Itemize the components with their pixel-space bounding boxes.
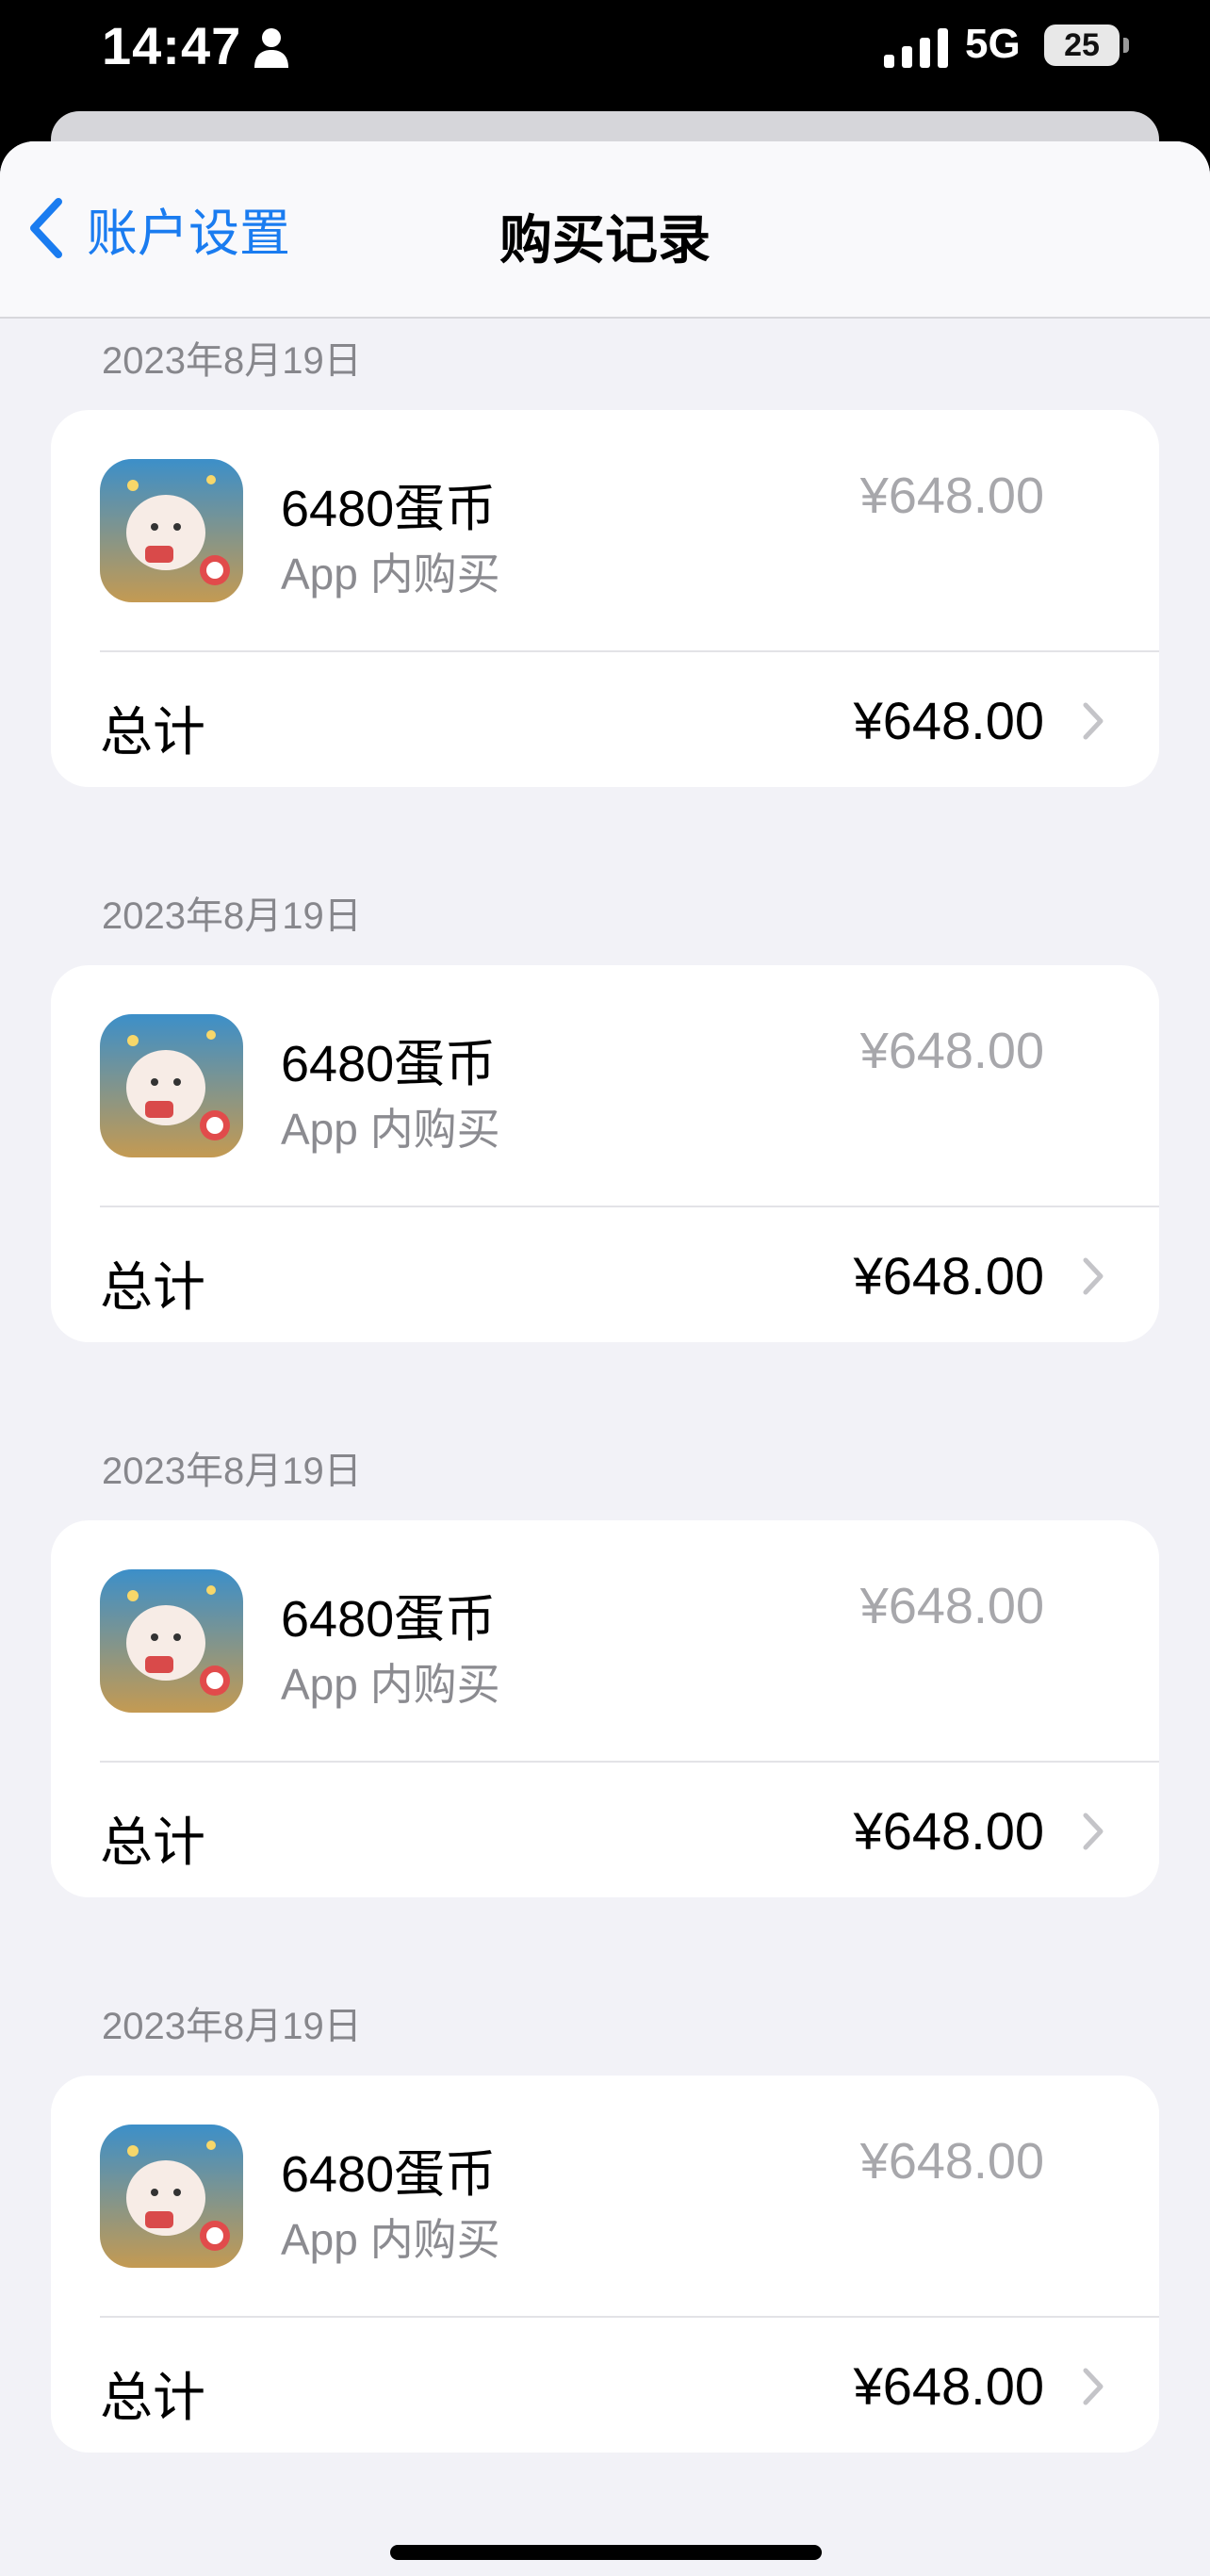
person-icon — [254, 28, 288, 68]
purchase-card: 6480蛋币 App 内购买 ¥648.00 总计 ¥648.00 — [51, 1520, 1159, 1897]
item-name: 6480蛋币 — [281, 481, 497, 537]
item-name: 6480蛋币 — [281, 1036, 497, 1092]
total-value: ¥648.00 — [853, 1246, 1044, 1305]
signal-icon — [884, 28, 948, 68]
navigation-bar: 账户设置 购买记录 — [0, 141, 1210, 319]
chevron-right-icon — [1083, 2368, 1104, 2405]
chevron-right-icon — [1083, 702, 1104, 740]
purchase-card: 6480蛋币 App 内购买 ¥648.00 总计 ¥648.00 — [51, 965, 1159, 1342]
battery-level: 25 — [1064, 27, 1100, 63]
purchase-date: 2023年8月19日 — [102, 340, 362, 382]
total-label: 总计 — [100, 1257, 205, 1317]
chevron-right-icon — [1083, 1257, 1104, 1295]
home-indicator[interactable] — [390, 2545, 822, 2560]
item-price: ¥648.00 — [859, 2133, 1044, 2190]
network-type: 5G — [965, 21, 1021, 67]
app-icon — [100, 2125, 243, 2268]
app-icon — [100, 1569, 243, 1713]
item-price: ¥648.00 — [859, 468, 1044, 524]
purchase-history-sheet: 账户设置 购买记录 2023年8月19日 6480蛋币 App 内购买 ¥648… — [0, 141, 1210, 2576]
purchase-card: 6480蛋币 App 内购买 ¥648.00 总计 ¥648.00 — [51, 410, 1159, 787]
total-label: 总计 — [100, 2368, 205, 2427]
total-value: ¥648.00 — [853, 2356, 1044, 2416]
purchase-date: 2023年8月19日 — [102, 895, 362, 937]
item-type: App 内购买 — [281, 550, 500, 599]
total-row[interactable]: 总计 ¥648.00 — [51, 1763, 1159, 1897]
page-title: 购买记录 — [499, 210, 711, 270]
status-time: 14:47 — [102, 16, 242, 75]
item-price: ¥648.00 — [859, 1023, 1044, 1079]
item-type: App 内购买 — [281, 1105, 500, 1154]
app-icon — [100, 1014, 243, 1157]
item-type: App 内购买 — [281, 2215, 500, 2264]
item-type: App 内购买 — [281, 1660, 500, 1709]
purchase-date: 2023年8月19日 — [102, 1451, 362, 1492]
purchase-date: 2023年8月19日 — [102, 2006, 362, 2047]
total-label: 总计 — [100, 702, 205, 762]
app-icon — [100, 459, 243, 602]
total-label: 总计 — [100, 1813, 205, 1872]
item-price: ¥648.00 — [859, 1578, 1044, 1634]
total-row[interactable]: 总计 ¥648.00 — [51, 2318, 1159, 2453]
battery-nub — [1123, 38, 1129, 53]
item-name: 6480蛋币 — [281, 2146, 497, 2203]
total-value: ¥648.00 — [853, 691, 1044, 750]
item-name: 6480蛋币 — [281, 1591, 497, 1648]
battery-icon: 25 — [1044, 25, 1120, 66]
total-row[interactable]: 总计 ¥648.00 — [51, 652, 1159, 787]
status-bar: 14:47 5G 25 — [0, 0, 1210, 104]
chevron-right-icon — [1083, 1813, 1104, 1850]
purchase-card: 6480蛋币 App 内购买 ¥648.00 总计 ¥648.00 — [51, 2076, 1159, 2453]
total-row[interactable]: 总计 ¥648.00 — [51, 1207, 1159, 1342]
total-value: ¥648.00 — [853, 1801, 1044, 1861]
